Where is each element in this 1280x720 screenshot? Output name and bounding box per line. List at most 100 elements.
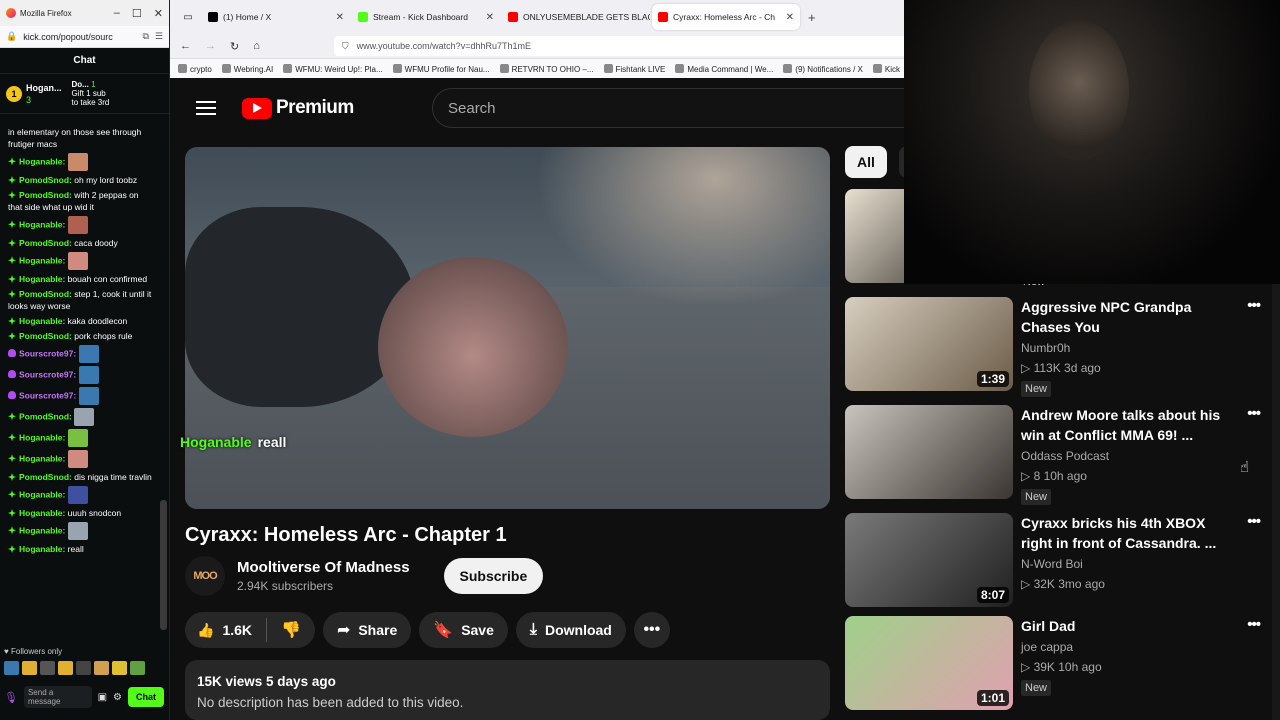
- tab-close-icon[interactable]: ✕: [786, 12, 794, 23]
- chat-username[interactable]: Hoganable:: [19, 432, 65, 442]
- gift-icon[interactable]: ▣: [98, 692, 107, 703]
- page-scrollbar[interactable]: [1272, 284, 1280, 720]
- recommendation-thumbnail[interactable]: [845, 405, 1013, 499]
- bookmark-item[interactable]: RETVRN TO OHIO –...: [499, 63, 594, 74]
- chat-emote[interactable]: [67, 522, 88, 540]
- recommendation-item[interactable]: 1:01 Girl Dad joe cappa ▷ 39K 10h ago New •••: [845, 616, 1265, 710]
- menu-icon[interactable]: ☰: [155, 31, 163, 42]
- channel-avatar[interactable]: MOO: [185, 556, 225, 596]
- copy-icon[interactable]: ⧉: [142, 31, 148, 42]
- chat-username[interactable]: PomodSnod:: [19, 238, 72, 248]
- tab-close-icon[interactable]: ✕: [336, 12, 344, 23]
- hamburger-menu-icon[interactable]: [196, 101, 216, 115]
- browser-tab[interactable]: ONLYUSEMEBLADE GETS BLACK✕: [502, 4, 650, 30]
- chat-username[interactable]: Sourscrote97:: [19, 390, 76, 400]
- dislike-button[interactable]: 👎: [267, 620, 315, 640]
- chat-emote[interactable]: [78, 387, 99, 405]
- chat-send-button[interactable]: Chat: [128, 687, 164, 707]
- close-icon[interactable]: ✕: [154, 7, 163, 20]
- reload-icon[interactable]: ↻: [230, 40, 239, 53]
- maximize-icon[interactable]: ☐: [132, 7, 142, 20]
- emote-icon[interactable]: [22, 661, 37, 675]
- chat-input[interactable]: Send a message: [23, 686, 92, 708]
- recommendation-title[interactable]: Aggressive NPC Grandpa Chases You: [1021, 297, 1226, 337]
- emote-icon[interactable]: [76, 661, 91, 675]
- emote-bar[interactable]: [4, 661, 145, 675]
- recommendation-item[interactable]: 1:39 Aggressive NPC Grandpa Chases You Num…: [845, 297, 1265, 397]
- emote-icon[interactable]: [40, 661, 55, 675]
- recommendation-item[interactable]: 8:07 Cyraxx bricks his 4th XBOX right in …: [845, 513, 1265, 607]
- chat-username[interactable]: Hoganable:: [19, 255, 65, 265]
- chat-username[interactable]: Hoganable:: [19, 544, 65, 554]
- chat-username[interactable]: PomodSnod:: [19, 190, 72, 200]
- chat-emote[interactable]: [78, 366, 99, 384]
- recommendation-thumbnail[interactable]: 1:39: [845, 297, 1013, 391]
- bookmark-item[interactable]: Webring.AI: [221, 63, 273, 74]
- emote-icon[interactable]: [58, 661, 73, 675]
- chat-username[interactable]: Hoganable:: [19, 274, 65, 284]
- chat-username[interactable]: Hoganable:: [19, 316, 65, 326]
- mic-icon[interactable]: 🎙: [4, 691, 18, 704]
- description-box[interactable]: 15K views 5 days ago No description has …: [185, 660, 830, 720]
- more-vertical-icon[interactable]: •••: [1230, 405, 1261, 505]
- chat-username[interactable]: PomodSnod:: [19, 472, 72, 482]
- bookmark-item[interactable]: (9) Notifications / X: [783, 63, 863, 74]
- download-button[interactable]: ⤓ Download: [515, 612, 626, 648]
- youtube-logo[interactable]: Premium: [242, 97, 354, 119]
- recommendation-channel[interactable]: N-Word Boi: [1021, 557, 1226, 571]
- chat-username[interactable]: Hoganable:: [19, 453, 65, 463]
- more-vertical-icon[interactable]: •••: [1230, 297, 1261, 397]
- bookmark-item[interactable]: WFMU: Weird Up!: Pla...: [283, 63, 383, 74]
- kick-url-bar[interactable]: 🔒 kick.com/popout/sourc ⧉ ☰: [0, 26, 169, 48]
- emote-icon[interactable]: [112, 661, 127, 675]
- more-vertical-icon[interactable]: •••: [1230, 513, 1261, 607]
- emote-icon[interactable]: [130, 661, 145, 675]
- settings-icon[interactable]: ⚙: [113, 692, 122, 703]
- recommendation-item[interactable]: Andrew Moore talks about his win at Conf…: [845, 405, 1265, 505]
- chat-emote[interactable]: [67, 429, 88, 447]
- like-button[interactable]: 👍 1.6K: [185, 618, 268, 642]
- chat-username[interactable]: Sourscrote97:: [19, 348, 76, 358]
- more-actions-button[interactable]: •••: [633, 612, 670, 648]
- chat-emote[interactable]: [74, 408, 95, 426]
- search-input[interactable]: Search: [432, 88, 912, 128]
- bookmark-item[interactable]: WFMU Profile for Nau...: [392, 63, 490, 74]
- chat-username[interactable]: Hoganable:: [19, 489, 65, 499]
- recommendation-channel[interactable]: Numbr0h: [1021, 341, 1226, 355]
- gift-leaderboard[interactable]: 1 Hogan... 3 Do... 1 Gift 1 sub to take …: [0, 74, 169, 114]
- bookmark-item[interactable]: Kick: [872, 63, 900, 74]
- channel-name[interactable]: Mooltiverse Of Madness: [237, 559, 410, 576]
- recommendation-thumbnail[interactable]: 8:07: [845, 513, 1013, 607]
- recommendation-channel[interactable]: Oddass Podcast: [1021, 449, 1226, 463]
- browser-tab[interactable]: (1) Home / X ✕: [202, 4, 350, 30]
- chat-username[interactable]: PomodSnod:: [19, 411, 72, 421]
- browser-tab[interactable]: Stream - Kick Dashboard ✕: [352, 4, 500, 30]
- chat-username[interactable]: Hoganable:: [19, 525, 65, 535]
- recommendation-channel[interactable]: joe cappa: [1021, 640, 1226, 654]
- browser-tab[interactable]: Cyraxx: Homeless Arc - Ch ✕: [652, 4, 800, 30]
- recommendation-title[interactable]: Girl Dad: [1021, 616, 1226, 636]
- emote-icon[interactable]: [4, 661, 19, 675]
- new-tab-icon[interactable]: +: [808, 10, 816, 25]
- chip-all[interactable]: All: [845, 146, 887, 178]
- video-player[interactable]: [185, 147, 830, 509]
- chat-username[interactable]: Hoganable:: [19, 508, 65, 518]
- recommendation-title[interactable]: Andrew Moore talks about his win at Conf…: [1021, 405, 1226, 445]
- chat-emote[interactable]: [67, 153, 88, 171]
- subscribe-button[interactable]: Subscribe: [443, 558, 544, 594]
- chat-username[interactable]: PomodSnod:: [19, 289, 72, 299]
- chat-emote[interactable]: [67, 486, 88, 504]
- home-icon[interactable]: ⌂: [253, 40, 260, 52]
- chat-scrollbar[interactable]: [160, 500, 167, 630]
- tab-list-icon[interactable]: ▭: [176, 5, 200, 29]
- address-bar[interactable]: ⛉ www.youtube.com/watch?v=dhhRu7Th1mE: [333, 36, 914, 56]
- share-button[interactable]: ➦ Share: [322, 612, 412, 648]
- recommendation-title[interactable]: Cyraxx bricks his 4th XBOX right in fron…: [1021, 513, 1226, 553]
- chat-username[interactable]: Hoganable:: [19, 156, 65, 166]
- minimize-icon[interactable]: –: [114, 7, 120, 20]
- bookmark-item[interactable]: Media Command | We...: [675, 63, 773, 74]
- recommendation-thumbnail-partial[interactable]: [845, 189, 905, 283]
- save-button[interactable]: 🔖 Save: [419, 612, 508, 648]
- forward-icon[interactable]: →: [205, 40, 216, 52]
- more-vertical-icon[interactable]: •••: [1230, 616, 1261, 710]
